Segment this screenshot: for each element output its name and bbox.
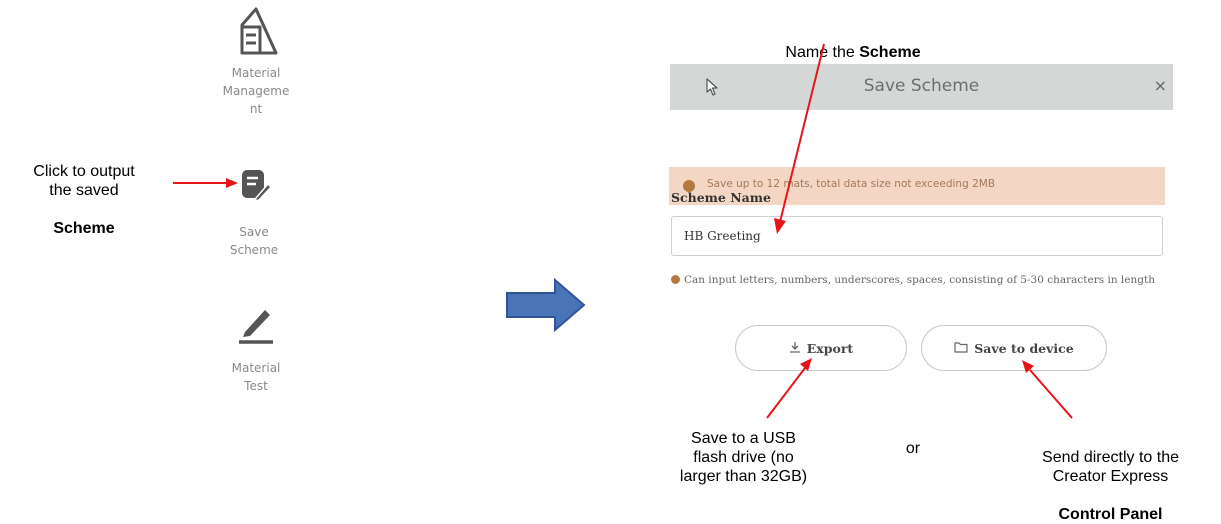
arrow-to-save-device [1029, 369, 1073, 419]
arrow-to-export [766, 367, 806, 419]
send-directly-text: Send directly to the Creator Express [1042, 449, 1179, 485]
arrow-to-scheme-name [779, 43, 825, 223]
arrow-head-export [800, 358, 812, 371]
or-note: or [905, 440, 921, 457]
send-directly-bold: Control Panel [1058, 506, 1163, 523]
send-directly-note: Send directly to the Creator Express Con… [1000, 429, 1221, 524]
usb-note: Save to a USB flash drive (no larger tha… [679, 430, 808, 485]
arrow-head-scheme-name [774, 218, 786, 234]
